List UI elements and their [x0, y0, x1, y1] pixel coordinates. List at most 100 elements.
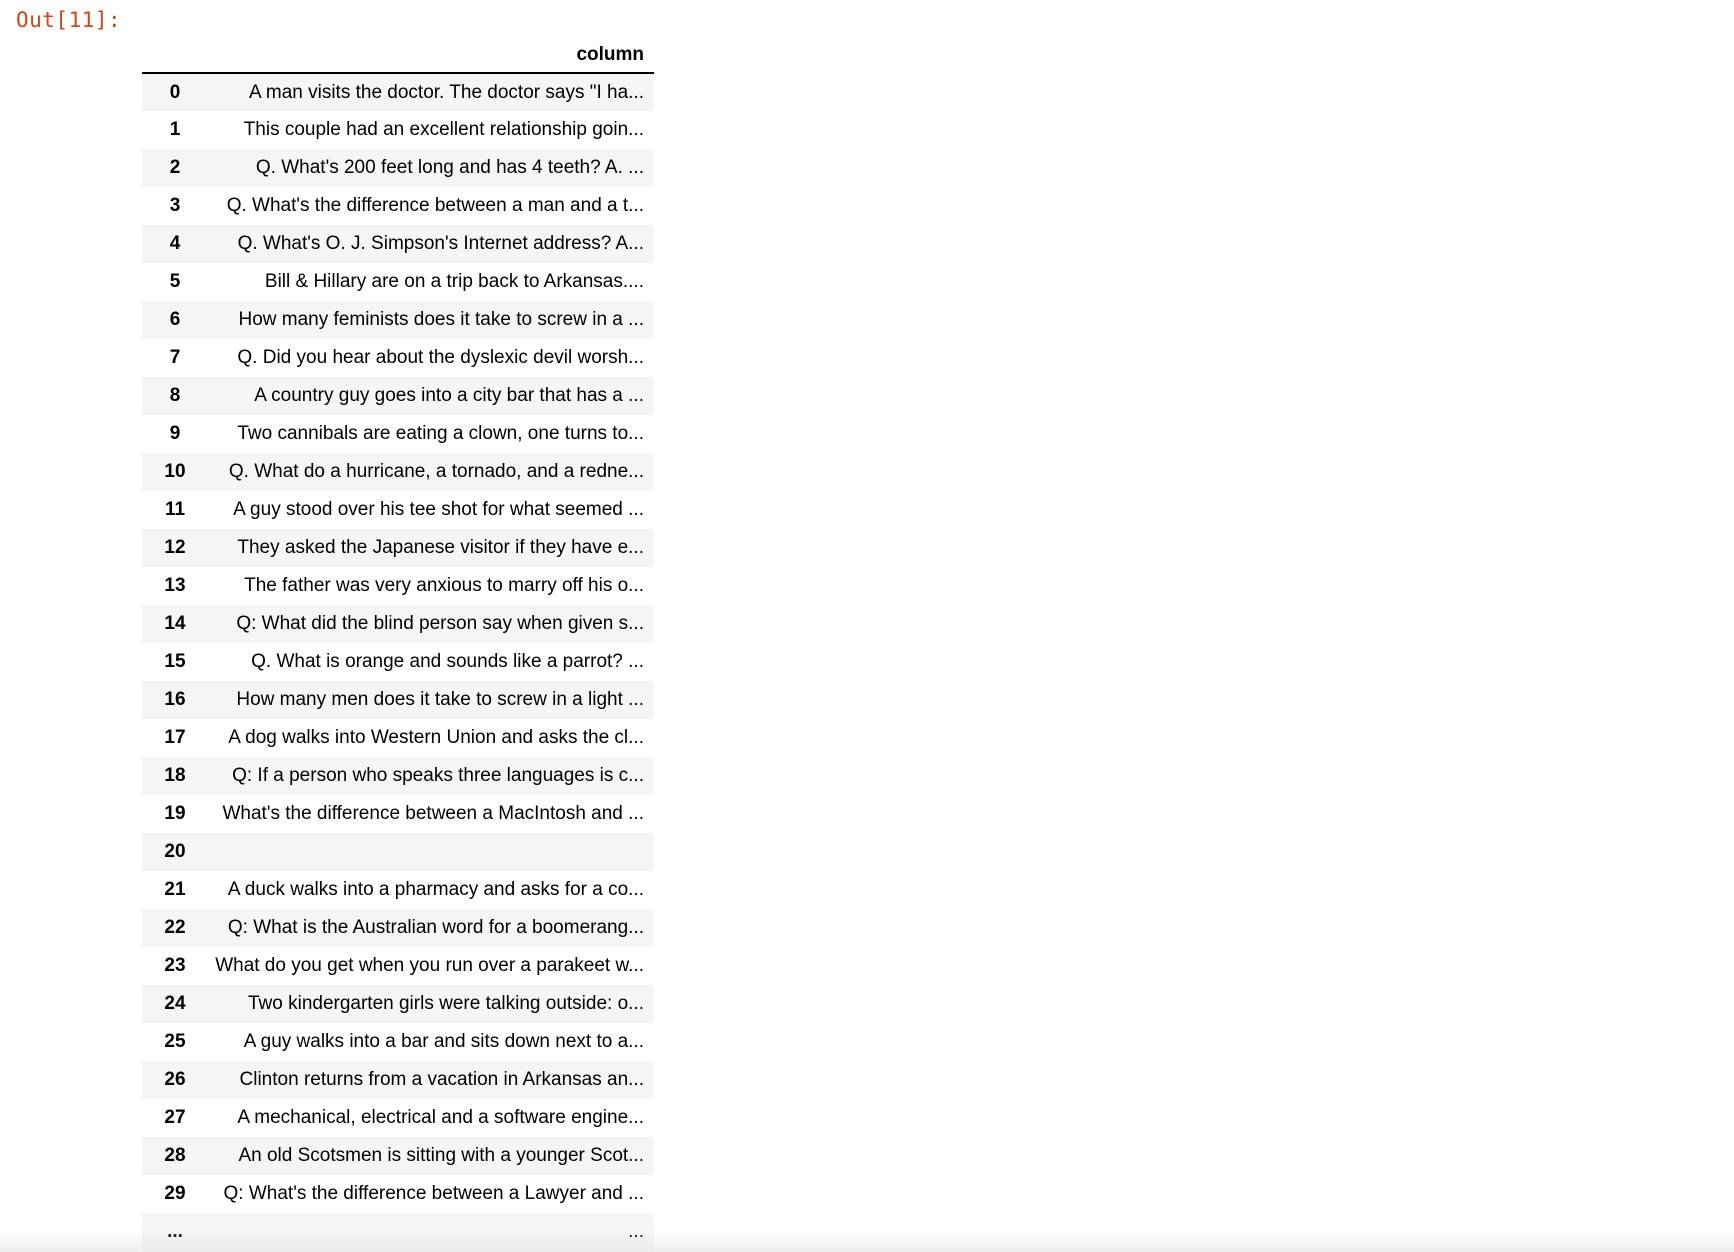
- row-index: 24: [164, 993, 186, 1014]
- row-value: A mechanical, electrical and a software …: [237, 1107, 644, 1128]
- table-body: 0 A man visits the doctor. The doctor say…: [142, 73, 654, 1251]
- row-index: 6: [169, 309, 181, 330]
- row-value: [208, 833, 654, 871]
- row-index: 10: [164, 461, 186, 482]
- row-index: 9: [169, 423, 181, 444]
- row-value: This couple had an excellent relationshi…: [243, 119, 644, 140]
- table-row: 10 Q. What do a hurricane, a tornado, and…: [142, 453, 654, 491]
- table-row: 17 A dog walks into Western Union and ask…: [142, 719, 654, 757]
- table-row: 18 Q: If a person who speaks three langua…: [142, 757, 654, 795]
- table-row: 6 How many feminists does it take to scre…: [142, 301, 654, 339]
- dataframe-table: column 0 A man visits the doctor. The doc…: [142, 30, 654, 1251]
- table-row: 13 The father was very anxious to marry o…: [142, 567, 654, 605]
- row-value: A duck walks into a pharmacy and asks fo…: [227, 879, 644, 900]
- index-column-header: [142, 30, 208, 74]
- row-index: 16: [164, 689, 186, 710]
- row-value: Clinton returns from a vacation in Arkan…: [239, 1069, 644, 1090]
- output-prompt-label: Out[11]:: [16, 8, 122, 32]
- table-row: 16 How many men does it take to screw in …: [142, 681, 654, 719]
- table-row: 9 Two cannibals are eating a clown, one t…: [142, 415, 654, 453]
- row-value: A country guy goes into a city bar that …: [254, 385, 644, 406]
- table-row: 1 This couple had an excellent relationsh…: [142, 111, 654, 149]
- row-index: ...: [167, 1221, 183, 1242]
- row-index: 28: [164, 1145, 186, 1166]
- table-row: 14 Q: What did the blind person say when …: [142, 605, 654, 643]
- row-index: 20: [164, 841, 186, 862]
- table-row: 29 Q: What's the difference between a Law…: [142, 1175, 654, 1213]
- row-index: 13: [164, 575, 186, 596]
- row-value: Two kindergarten girls were talking outs…: [247, 993, 644, 1014]
- table-row: 25 A guy walks into a bar and sits down n…: [142, 1023, 654, 1061]
- row-value: Q: What's the difference between a Lawye…: [223, 1183, 644, 1204]
- table-row: 15 Q. What is orange and sounds like a pa…: [142, 643, 654, 681]
- row-index: 21: [164, 879, 186, 900]
- row-index: 11: [164, 499, 186, 520]
- table-row: 8 A country guy goes into a city bar that…: [142, 377, 654, 415]
- table-header: column: [142, 30, 654, 74]
- row-index: 27: [164, 1107, 186, 1128]
- table-row: 2 Q. What's 200 feet long and has 4 teeth…: [142, 149, 654, 187]
- table-row: 12 They asked the Japanese visitor if the…: [142, 529, 654, 567]
- row-value: How many men does it take to screw in a …: [236, 689, 644, 710]
- table-row: 3 Q. What's the difference between a man …: [142, 187, 654, 225]
- header-row: column: [142, 30, 654, 74]
- row-value: How many feminists does it take to screw…: [238, 309, 645, 330]
- row-value: Bill & Hillary are on a trip back to Ark…: [264, 271, 644, 292]
- row-value: Q. Did you hear about the dyslexic devil…: [237, 347, 644, 368]
- row-value: Q. What's 200 feet long and has 4 teeth?…: [255, 157, 644, 178]
- row-value: An old Scotsmen is sitting with a younge…: [238, 1145, 644, 1166]
- table-row: 23 What do you get when you run over a pa…: [142, 947, 654, 985]
- table-row: 5 Bill & Hillary are on a trip back to Ar…: [142, 263, 654, 301]
- table-row: 4 Q. What's O. J. Simpson's Internet addr…: [142, 225, 654, 263]
- table-row: 11 A guy stood over his tee shot for what…: [142, 491, 654, 529]
- row-index: 18: [164, 765, 186, 786]
- row-value: Q. What's O. J. Simpson's Internet addre…: [237, 233, 644, 254]
- row-index: 29: [164, 1183, 186, 1204]
- row-value: The father was very anxious to marry off…: [244, 575, 644, 596]
- row-index: 7: [169, 347, 181, 368]
- table-row: 19 What's the difference between a MacInt…: [142, 795, 654, 833]
- row-value: ...: [628, 1221, 644, 1242]
- row-index: 4: [169, 233, 181, 254]
- row-index: 3: [169, 195, 181, 216]
- row-value: Two cannibals are eating a clown, one tu…: [237, 423, 644, 444]
- row-value: Q. What's the difference between a man a…: [226, 195, 644, 216]
- row-index: 25: [164, 1031, 186, 1052]
- row-index: 1: [169, 119, 181, 140]
- row-value: A man visits the doctor. The doctor says…: [248, 81, 644, 103]
- row-value: Q. What is orange and sounds like a parr…: [251, 651, 644, 672]
- table-row: 22 Q: What is the Australian word for a b…: [142, 909, 654, 947]
- table-row: 7 Q. Did you hear about the dyslexic devi…: [142, 339, 654, 377]
- row-value: Q. What do a hurricane, a tornado, and a…: [228, 461, 644, 482]
- row-value: Q: What did the blind person say when gi…: [236, 613, 644, 634]
- row-value: A guy walks into a bar and sits down nex…: [243, 1031, 644, 1052]
- table-row: 21 A duck walks into a pharmacy and asks …: [142, 871, 654, 909]
- row-index: 0: [169, 81, 181, 103]
- table-row: 20: [142, 833, 654, 871]
- row-value: They asked the Japanese visitor if they …: [237, 537, 644, 558]
- row-index: 19: [164, 803, 186, 824]
- table-row: 0 A man visits the doctor. The doctor say…: [142, 73, 654, 111]
- row-index: 8: [169, 385, 181, 406]
- row-index: 14: [164, 613, 186, 634]
- row-index: 15: [164, 651, 186, 672]
- dataframe-output: column 0 A man visits the doctor. The doc…: [142, 30, 654, 1251]
- table-row: ......: [142, 1213, 654, 1251]
- table-row: 27 A mechanical, electrical and a softwar…: [142, 1099, 654, 1137]
- row-value: Q: What is the Australian word for a boo…: [227, 917, 644, 938]
- row-value: Q: If a person who speaks three language…: [232, 765, 644, 786]
- row-index: 12: [164, 537, 186, 558]
- table-row: 26 Clinton returns from a vacation in Ark…: [142, 1061, 654, 1099]
- column-header: column: [208, 30, 654, 74]
- table-row: 24 Two kindergarten girls were talking ou…: [142, 985, 654, 1023]
- row-value: What do you get when you run over a para…: [215, 955, 644, 976]
- row-value: A dog walks into Western Union and asks …: [228, 727, 644, 748]
- row-index: 2: [169, 157, 181, 178]
- row-index: 23: [164, 955, 186, 976]
- table-row: 28 An old Scotsmen is sitting with a youn…: [142, 1137, 654, 1175]
- row-index: 26: [164, 1069, 186, 1090]
- row-value: What's the difference between a MacIntos…: [222, 803, 644, 824]
- row-index: 17: [164, 727, 186, 748]
- row-value: A guy stood over his tee shot for what s…: [233, 499, 644, 520]
- row-index: 5: [169, 271, 181, 292]
